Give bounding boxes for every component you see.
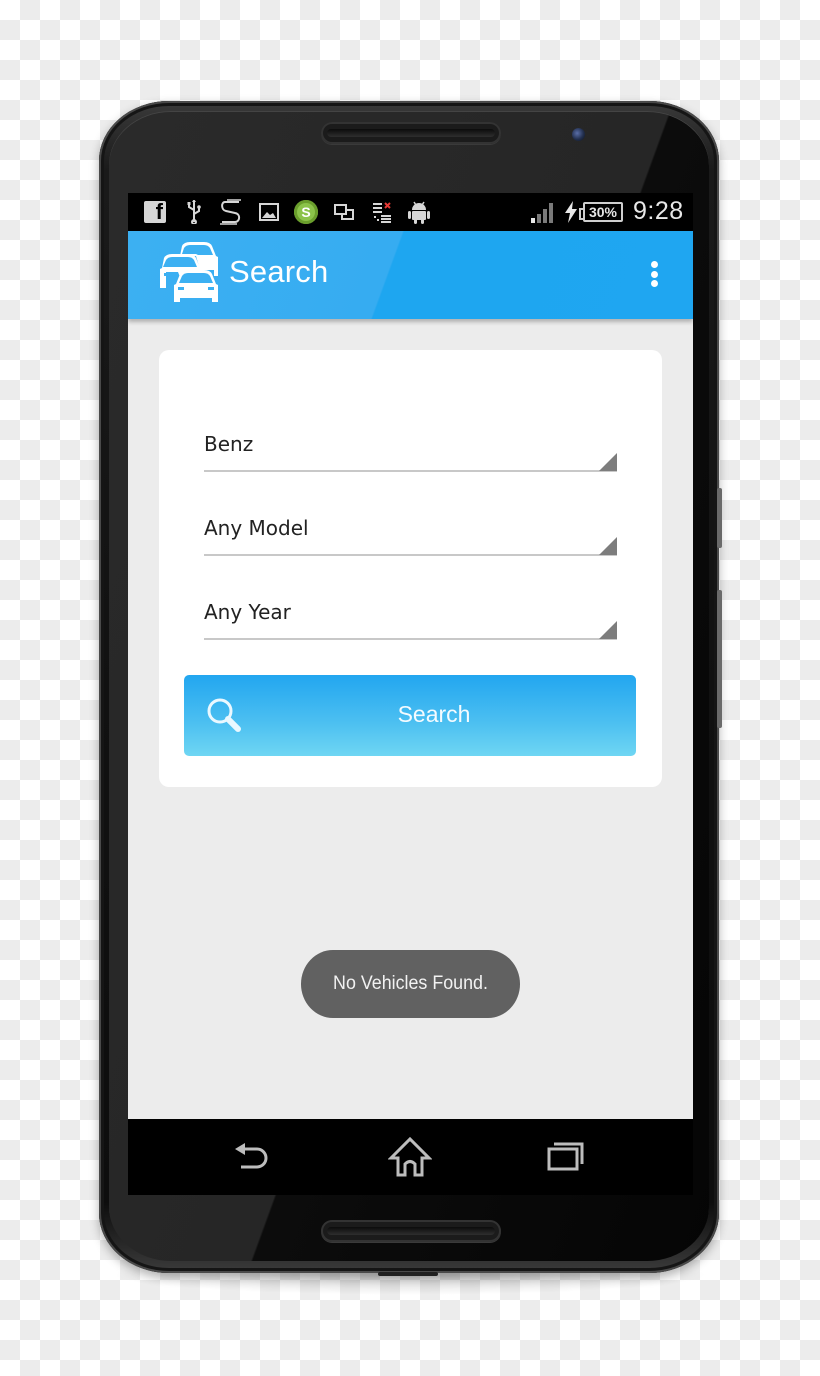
windows-icon [334, 200, 354, 224]
make-value: Benz [204, 432, 254, 456]
more-vertical-icon[interactable] [643, 256, 665, 292]
year-value: Any Year [204, 600, 291, 624]
content-area: Benz Any Model Any Year Search No Vehicl… [128, 319, 693, 1119]
download-list-icon [372, 200, 392, 224]
battery-percent: 30% [588, 204, 618, 220]
spinner-underline [204, 638, 617, 640]
power-button [717, 488, 722, 548]
shop-app-icon: S [294, 200, 318, 224]
home-icon[interactable] [387, 1136, 433, 1177]
search-button-label: Search [397, 701, 471, 727]
app-bar: Search [128, 231, 693, 319]
dropdown-triangle-icon [599, 453, 617, 471]
battery-indicator: 30% [579, 202, 623, 222]
signal-icon [531, 200, 555, 224]
charging-icon [564, 200, 578, 224]
status-time: 9:28 [633, 197, 684, 225]
usb-icon [184, 200, 204, 224]
bottom-speaker [321, 1220, 501, 1242]
earpiece-speaker [321, 122, 501, 144]
search-button[interactable]: Search [184, 675, 636, 756]
image-icon [259, 200, 279, 224]
android-icon [408, 200, 430, 224]
search-form-card: Benz Any Model Any Year Search [159, 350, 662, 787]
recent-apps-icon[interactable] [544, 1137, 588, 1177]
model-spinner[interactable]: Any Model [204, 506, 617, 556]
back-icon[interactable] [231, 1137, 275, 1177]
volume-button [717, 590, 722, 728]
s-app-icon [218, 199, 244, 225]
dropdown-triangle-icon [599, 621, 617, 639]
model-value: Any Model [204, 516, 309, 540]
navigation-bar [128, 1119, 693, 1195]
facebook-icon: f [144, 201, 166, 223]
year-spinner[interactable]: Any Year [204, 590, 617, 640]
facebook-letter: f [155, 201, 163, 223]
screen: f S 30% 9:28 Search Benz Any Model Any Y… [128, 193, 693, 1195]
usb-port [378, 1272, 438, 1276]
app-title: Search [229, 254, 329, 289]
spinner-underline [204, 470, 617, 472]
status-bar: f S 30% 9:28 [128, 193, 693, 231]
shop-app-letter: S [301, 204, 311, 220]
dropdown-triangle-icon [599, 537, 617, 555]
toast-message: No Vehicles Found. [300, 950, 521, 1018]
front-camera [572, 128, 585, 141]
spinner-underline [204, 554, 617, 556]
make-spinner[interactable]: Benz [204, 422, 617, 472]
cars-icon [160, 242, 218, 302]
